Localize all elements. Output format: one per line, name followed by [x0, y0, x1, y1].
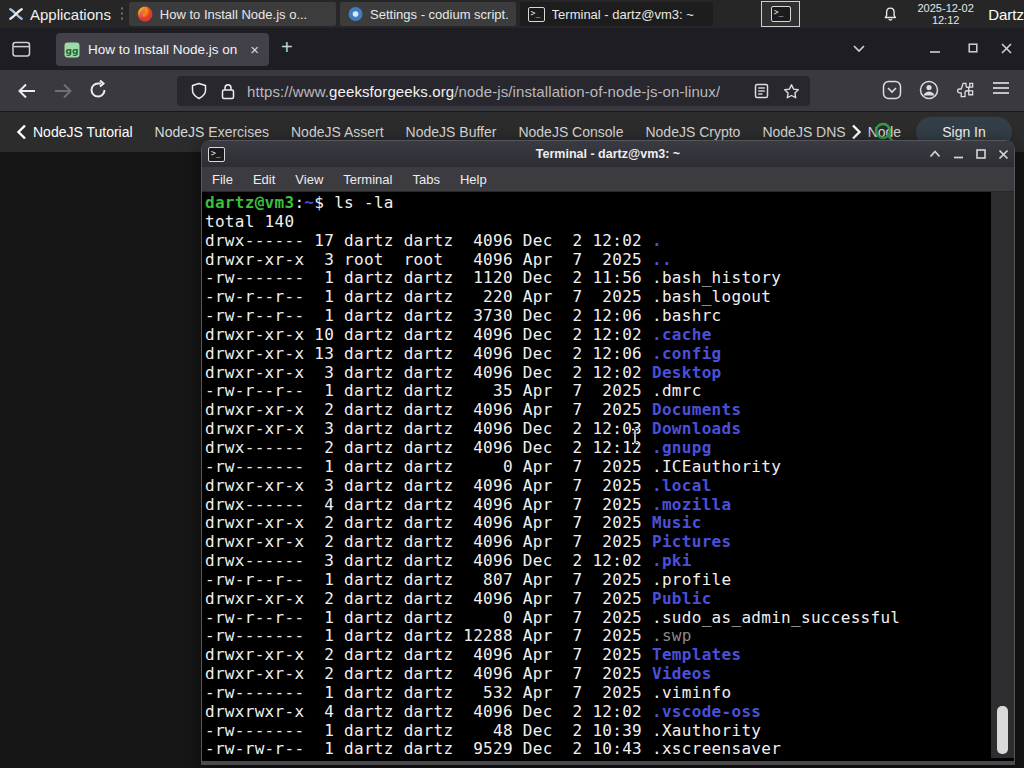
url-text: https://www.geeksforgeeks.org/node-js/in…: [247, 83, 720, 100]
tab-title: How to Install Node.js on: [88, 42, 240, 57]
window-maximize-button[interactable]: [968, 43, 978, 53]
terminal-scrollbar[interactable]: [991, 192, 1014, 758]
site-nav-link[interactable]: NodeJS Assert: [291, 124, 384, 140]
forward-button[interactable]: [52, 80, 74, 102]
codium-icon: [348, 6, 363, 22]
taskbar-window-terminal[interactable]: Terminal - dartz@vm3: ~: [520, 2, 713, 26]
notifications-bell-icon[interactable]: [882, 6, 899, 23]
menu-tabs[interactable]: Tabs: [402, 172, 449, 187]
menu-edit[interactable]: Edit: [243, 172, 285, 187]
clock-time: 12:12: [911, 14, 980, 26]
taskbar-window-title: Terminal - dartz@vm3: ~: [552, 7, 694, 22]
new-tab-button[interactable]: +: [281, 36, 293, 59]
firefox-view-icon[interactable]: [12, 41, 31, 58]
terminal-menubar: File Edit View Terminal Tabs Help: [202, 167, 1014, 192]
terminal-body[interactable]: dartz@vm3:~$ ls -la total 140 drwx------…: [202, 192, 1014, 758]
clock-date: 2025-12-02: [911, 2, 980, 14]
terminal-window-title: Terminal - dartz@vm3: ~: [202, 147, 1014, 161]
window-minimize-button[interactable]: [929, 44, 941, 54]
site-nav-link[interactable]: NodeJS DNS: [762, 124, 845, 140]
taskbar-window-settings[interactable]: Settings - codium script...: [340, 2, 516, 26]
window-rollup-button[interactable]: [929, 150, 941, 158]
site-nav-link[interactable]: NodeJS Console: [518, 124, 623, 140]
tab-close-button[interactable]: ×: [248, 41, 261, 58]
applications-menu[interactable]: Applications: [0, 0, 117, 28]
menu-view[interactable]: View: [285, 172, 333, 187]
reload-button[interactable]: [88, 80, 108, 100]
geeksforgeeks-favicon: gg: [64, 42, 80, 58]
menu-file[interactable]: File: [202, 172, 243, 187]
firefox-icon: [137, 6, 153, 22]
extensions-puzzle-icon[interactable]: [956, 80, 976, 100]
applications-icon: [8, 6, 24, 22]
browser-tab-active[interactable]: gg How to Install Node.js on ×: [56, 33, 269, 66]
terminal-icon: [528, 7, 545, 22]
account-icon[interactable]: [919, 80, 939, 100]
svg-text:gg: gg: [66, 45, 79, 55]
taskbar-window-title: How to Install Node.js o...: [160, 7, 307, 22]
site-nav-link[interactable]: NodeJS Buffer: [406, 124, 497, 140]
window-maximize-button[interactable]: [976, 149, 986, 159]
reader-mode-icon[interactable]: [754, 83, 769, 99]
list-all-tabs-icon[interactable]: [852, 44, 866, 53]
tray-terminal-indicator[interactable]: [761, 1, 800, 27]
applications-label: Applications: [30, 6, 111, 23]
site-nav-link[interactable]: NodeJS Tutorial: [33, 124, 133, 140]
terminal-icon: [771, 6, 791, 22]
site-nav-scroll-right-icon[interactable]: [851, 124, 862, 140]
site-nav-link[interactable]: NodeJS Exercises: [155, 124, 269, 140]
window-close-button[interactable]: [1000, 42, 1013, 55]
menu-help[interactable]: Help: [450, 172, 497, 187]
bookmark-star-icon[interactable]: [783, 83, 800, 100]
panel-user-label[interactable]: Dartz: [988, 6, 1024, 23]
menu-hamburger-icon[interactable]: [992, 80, 1010, 96]
window-close-button[interactable]: [998, 149, 1009, 160]
browser-navbar: https://www.geeksforgeeks.org/node-js/in…: [0, 70, 1024, 112]
desktop-panel: Applications How to Install Node.js o...…: [0, 0, 1024, 28]
pocket-icon[interactable]: [882, 80, 902, 100]
text-cursor-pointer: [630, 428, 640, 445]
url-bar[interactable]: https://www.geeksforgeeks.org/node-js/in…: [177, 76, 810, 106]
terminal-window: Terminal - dartz@vm3: ~ File Edit View T…: [201, 140, 1015, 765]
browser-tabbar: gg How to Install Node.js on × +: [0, 28, 1024, 70]
site-nav-link[interactable]: NodeJS Crypto: [645, 124, 740, 140]
panel-clock[interactable]: 2025-12-02 12:12: [911, 2, 980, 26]
terminal-titlebar[interactable]: Terminal - dartz@vm3: ~: [202, 141, 1014, 167]
terminal-output: dartz@vm3:~$ ls -la total 140 drwx------…: [202, 192, 1014, 759]
taskbar-window-title: Settings - codium script...: [370, 7, 508, 22]
panel-separator: [120, 6, 124, 22]
site-nav-scroll-left-icon[interactable]: [16, 124, 27, 140]
tracking-protection-shield-icon[interactable]: [191, 82, 207, 100]
scrollbar-thumb[interactable]: [997, 706, 1008, 754]
back-button[interactable]: [16, 80, 38, 102]
window-minimize-button[interactable]: [953, 150, 964, 159]
site-security-lock-icon[interactable]: [221, 83, 235, 100]
taskbar-window-firefox[interactable]: How to Install Node.js o...: [129, 2, 336, 26]
menu-terminal[interactable]: Terminal: [333, 172, 402, 187]
